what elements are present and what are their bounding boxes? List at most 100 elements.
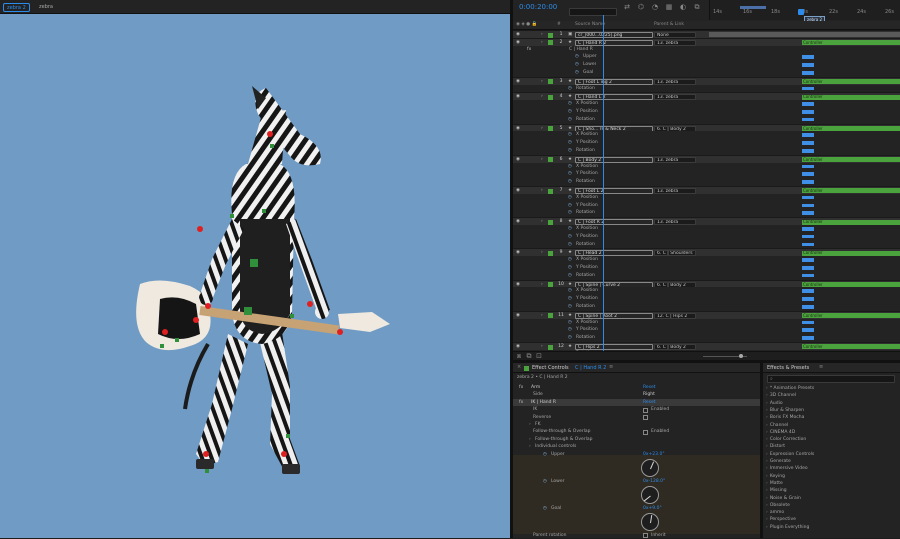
layer-label-swatch[interactable] (548, 313, 553, 319)
effects-category-item[interactable]: › Blur & Sharpen (766, 408, 804, 415)
fx-toggle-icon[interactable]: fx (519, 384, 523, 391)
keyframe-marker[interactable] (811, 149, 814, 153)
property-row[interactable]: ◷ Y Position (513, 170, 900, 179)
disclosure-icon[interactable]: › (529, 421, 531, 428)
keyframe-marker[interactable] (811, 203, 814, 208)
disclosure-icon[interactable]: › (766, 423, 768, 428)
checkbox[interactable] (643, 429, 648, 435)
angle-dial[interactable] (641, 512, 659, 531)
layer-label-swatch[interactable] (548, 188, 553, 194)
draft-3d-icon[interactable]: ⌬ (637, 3, 645, 11)
stopwatch-icon[interactable]: ◷ (575, 61, 579, 69)
layer-label-swatch[interactable] (548, 94, 553, 100)
effects-category-item[interactable]: › * Animation Presets (766, 386, 814, 393)
property-row[interactable]: ◷ X Position (513, 225, 900, 233)
disclosure-icon[interactable]: › (766, 452, 768, 457)
effects-category-item[interactable]: › Immersive Video (766, 466, 808, 473)
layer-label-swatch[interactable] (548, 157, 553, 163)
property-row[interactable]: ◷ Rotation (513, 84, 900, 93)
fx-toggle-icon[interactable]: fx (519, 399, 523, 406)
effects-category-item[interactable]: › Missing (766, 488, 787, 495)
layer-search-input[interactable] (569, 8, 617, 16)
render-time-icon[interactable]: ⊡ (535, 352, 543, 360)
keyframe-marker[interactable] (811, 172, 814, 176)
keyframe-marker[interactable] (811, 297, 814, 301)
stopwatch-icon[interactable]: ◷ (568, 295, 572, 303)
property-row[interactable]: ◷ Y Position (513, 139, 900, 147)
effect-property-value[interactable]: Right (643, 391, 655, 398)
stopwatch-icon[interactable]: ◷ (568, 163, 572, 171)
effect-property-value[interactable]: Reset (643, 399, 656, 406)
effects-presets-title[interactable]: Effects & Presets (767, 365, 809, 371)
effect-controls-title[interactable]: Effect Controls (532, 365, 569, 371)
keyframe-marker[interactable] (811, 55, 814, 59)
stopwatch-icon[interactable]: ◷ (568, 225, 572, 233)
layer-label-swatch[interactable] (548, 282, 553, 288)
effects-category-item[interactable]: › Plugin Everything (766, 525, 809, 532)
property-row[interactable]: ◷ Goal (513, 69, 900, 77)
stopwatch-icon[interactable]: ◷ (568, 256, 572, 264)
disclosure-icon[interactable]: › (766, 459, 768, 464)
stopwatch-icon[interactable]: ◷ (568, 209, 572, 217)
property-row[interactable]: ◷ Rotation (513, 303, 900, 311)
disclosure-icon[interactable]: › (766, 430, 768, 435)
layer-row[interactable]: ◉ › 3 ★ C | Foot L ing 2 13. zebra Controller (513, 76, 900, 85)
disclosure-icon[interactable]: › (766, 393, 768, 398)
angle-dial[interactable] (641, 458, 659, 477)
disclosure-icon[interactable]: › (766, 510, 768, 515)
layer-label-swatch[interactable] (548, 219, 553, 225)
disclosure-icon[interactable]: › (766, 408, 768, 413)
disclosure-icon[interactable]: › (766, 496, 768, 501)
keyframe-marker[interactable] (811, 180, 814, 184)
effect-property-row[interactable]: fx IK | Hand R Reset (513, 398, 760, 407)
effects-category-item[interactable]: › 3D Channel (766, 393, 796, 400)
keyframe-marker[interactable] (811, 110, 814, 114)
disclosure-icon[interactable]: › (766, 481, 768, 486)
disclosure-icon[interactable]: › (766, 386, 768, 391)
fx-badge[interactable]: fx (527, 46, 531, 54)
keyframe-marker[interactable] (811, 141, 814, 145)
keyframe-marker[interactable] (811, 305, 814, 309)
keyframe-marker[interactable] (811, 63, 814, 67)
effect-property-row[interactable]: › Follow-through & Overlap (513, 436, 760, 443)
disclosure-icon[interactable]: › (766, 488, 768, 493)
effect-property-row[interactable]: ◷ Goal 0x+9.0° (513, 505, 760, 512)
effect-property-value[interactable]: 0x-128.0° (643, 478, 665, 485)
layer-row[interactable]: ◉ › 8 ★ C | Foot R 2 13. zebra Controller (513, 217, 900, 226)
stopwatch-icon[interactable]: ◷ (568, 326, 572, 334)
property-row[interactable]: ◷ Rotation (513, 178, 900, 186)
property-row[interactable]: ◷ Y Position (513, 108, 900, 116)
layer-duration-bar[interactable] (709, 32, 900, 38)
stopwatch-icon[interactable]: ◷ (568, 170, 572, 178)
layer-row[interactable]: ◉ › 4 ★ C | Hand L 2 13. zebra Controller (513, 92, 900, 101)
property-row[interactable]: ◷ Lower (513, 61, 900, 69)
keyframe-marker[interactable] (811, 273, 814, 278)
stopwatch-icon[interactable]: ◷ (568, 233, 572, 241)
stopwatch-icon[interactable]: ◷ (568, 241, 572, 249)
layer-label-swatch[interactable] (548, 344, 553, 350)
checkbox[interactable] (643, 533, 648, 539)
property-row[interactable]: fx C | Hand R (513, 45, 900, 54)
keyframe-marker[interactable] (811, 234, 814, 239)
disclosure-icon[interactable]: › (529, 443, 531, 450)
keyframe-marker[interactable] (811, 102, 814, 106)
effects-category-item[interactable]: › ammo (766, 510, 784, 517)
keyframe-marker[interactable] (811, 266, 814, 270)
stopwatch-icon[interactable]: ◷ (568, 100, 572, 108)
disclosure-icon[interactable]: › (766, 437, 768, 442)
disclosure-icon[interactable]: › (766, 474, 768, 479)
keyframe-marker[interactable] (811, 164, 814, 169)
effect-property-value[interactable]: 0x+23.0° (643, 451, 665, 458)
effects-category-item[interactable]: › Distort (766, 444, 785, 451)
effects-category-item[interactable]: › Channel (766, 423, 788, 430)
property-row[interactable]: ◷ Rotation (513, 334, 900, 342)
effects-category-item[interactable]: › Noise & Grain (766, 496, 801, 503)
keyframe-marker[interactable] (811, 320, 814, 325)
effects-category-item[interactable]: › Audio (766, 401, 783, 408)
parent-link-header[interactable]: Parent & Link (654, 22, 684, 27)
keyframe-marker[interactable] (811, 336, 814, 340)
disclosure-icon[interactable]: › (766, 503, 768, 508)
layer-label-swatch[interactable] (548, 126, 553, 132)
zoom-slider-knob[interactable] (739, 354, 743, 358)
keyframe-marker[interactable] (811, 242, 814, 247)
